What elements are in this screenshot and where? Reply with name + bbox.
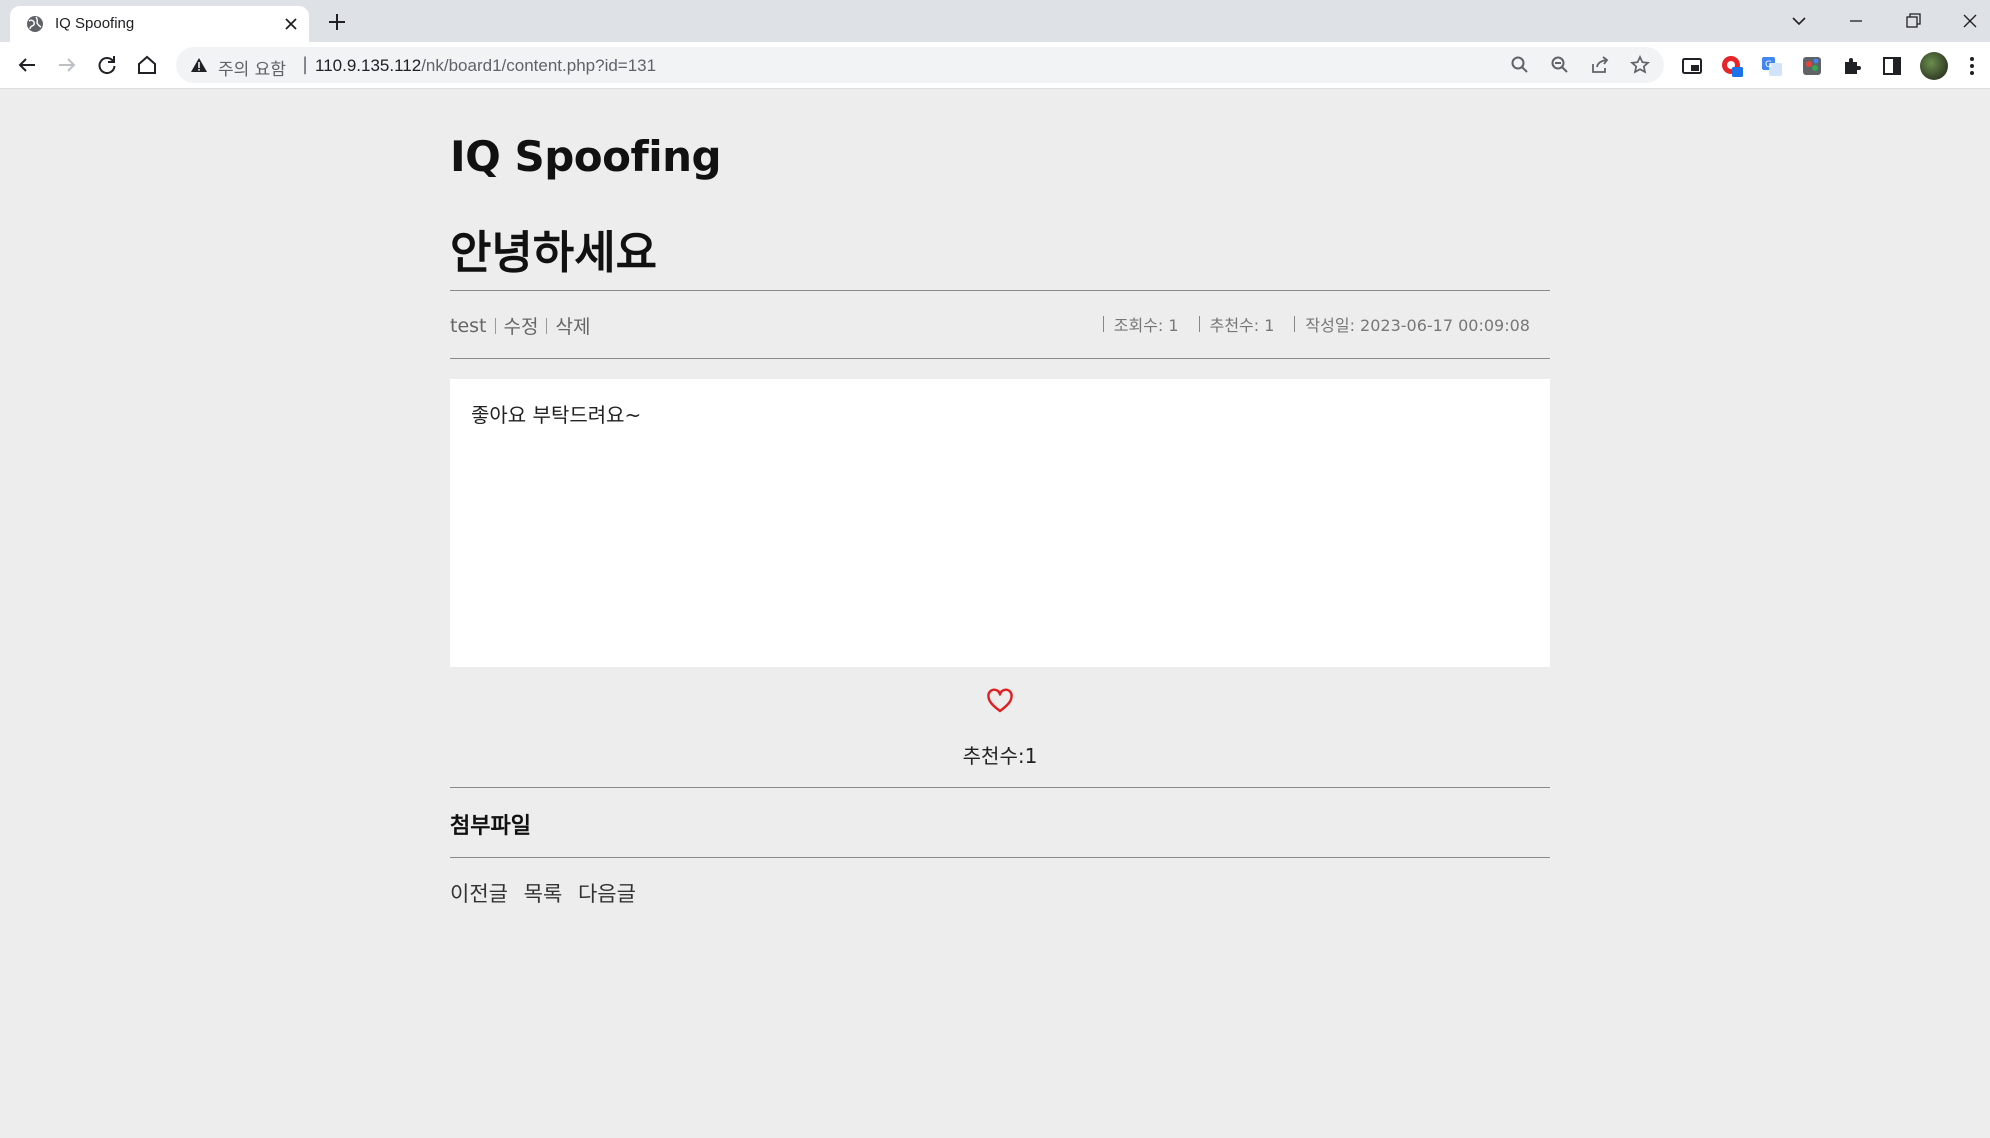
warning-icon[interactable] (190, 57, 208, 73)
back-icon[interactable] (13, 51, 41, 79)
address-bar[interactable]: 주의 요함 | 110.9.135.112/nk/board1/content.… (176, 47, 1664, 83)
edit-link[interactable]: 수정 (504, 312, 539, 339)
browser-toolbar: 주의 요함 | 110.9.135.112/nk/board1/content.… (0, 42, 1990, 89)
share-icon[interactable] (1590, 55, 1610, 75)
close-tab-icon[interactable] (281, 14, 301, 34)
divider-meta (450, 358, 1550, 359)
tab-title: IQ Spoofing (55, 15, 135, 32)
post-meta-actions: test 수정 삭제 (450, 312, 590, 339)
prev-post-link[interactable]: 이전글 (450, 882, 508, 906)
site-title: IQ Spoofing (450, 132, 722, 181)
adblock-extension-icon[interactable] (1720, 54, 1744, 78)
post-author: test (450, 314, 487, 337)
views-stat: 조회수: 1 (1102, 312, 1179, 336)
post-content-box: 좋아요 부탁드려요~ (450, 379, 1550, 667)
extensions-puzzle-icon[interactable] (1840, 54, 1864, 78)
globe-icon (27, 16, 43, 32)
home-icon[interactable] (133, 51, 161, 79)
recommends-label: 추천수: 1 (1209, 316, 1275, 335)
like-count: 추천수:1 (962, 744, 1038, 768)
divider-attach (450, 857, 1550, 858)
tab-search-icon[interactable] (1786, 8, 1812, 34)
browser-menu-icon[interactable] (1960, 54, 1984, 78)
color-extension-icon[interactable] (1800, 54, 1824, 78)
post-navigation: 이전글 목록 다음글 (450, 878, 645, 908)
meta-separator (546, 317, 548, 334)
date-label: 작성일: 2023-06-17 00:09:08 (1305, 316, 1530, 335)
url-text[interactable]: 110.9.135.112/nk/board1/content.php?id=1… (315, 56, 656, 76)
stat-separator (1198, 316, 1200, 332)
new-tab-icon[interactable] (324, 9, 350, 35)
attachment-heading: 첨부파일 (450, 814, 531, 839)
post-title: 안녕하세요 (450, 226, 658, 279)
url-host: 110.9.135.112 (315, 56, 422, 75)
zoom-out-icon[interactable] (1550, 55, 1570, 75)
next-post-link[interactable]: 다음글 (578, 882, 636, 906)
close-window-icon[interactable] (1957, 8, 1983, 34)
side-panel-icon[interactable] (1880, 54, 1904, 78)
translate-extension-icon[interactable]: G (1760, 54, 1784, 78)
active-tab[interactable]: IQ Spoofing (10, 6, 309, 42)
stat-separator (1294, 316, 1296, 332)
profile-avatar[interactable] (1920, 52, 1948, 80)
bookmark-star-icon[interactable] (1630, 55, 1650, 75)
url-path: /nk/board1/content.php?id=131 (421, 56, 657, 75)
url-separator: | (302, 54, 309, 75)
delete-link[interactable]: 삭제 (555, 312, 590, 339)
divider-like (450, 787, 1550, 788)
list-link[interactable]: 목록 (524, 882, 563, 906)
tab-strip: IQ Spoofing (0, 0, 1990, 42)
post-meta-stats: 조회수: 1 추천수: 1 작성일: 2023-06-17 00:09:08 (1083, 312, 1530, 336)
search-icon[interactable] (1510, 55, 1530, 75)
post-content: 좋아요 부탁드려요~ (471, 403, 642, 427)
picture-in-picture-icon[interactable] (1680, 54, 1704, 78)
divider-top (450, 290, 1550, 291)
heart-icon[interactable] (986, 688, 1014, 714)
forward-icon[interactable] (53, 51, 81, 79)
views-label: 조회수: 1 (1113, 316, 1179, 335)
recommends-stat: 추천수: 1 (1198, 312, 1275, 336)
meta-separator (494, 317, 496, 334)
date-stat: 작성일: 2023-06-17 00:09:08 (1294, 312, 1530, 336)
reload-icon[interactable] (93, 51, 121, 79)
minimize-icon[interactable] (1843, 8, 1869, 34)
security-label[interactable]: 주의 요함 (218, 55, 286, 80)
svg-text:G: G (1765, 60, 1772, 70)
restore-icon[interactable] (1900, 8, 1926, 34)
stat-separator (1102, 316, 1104, 332)
